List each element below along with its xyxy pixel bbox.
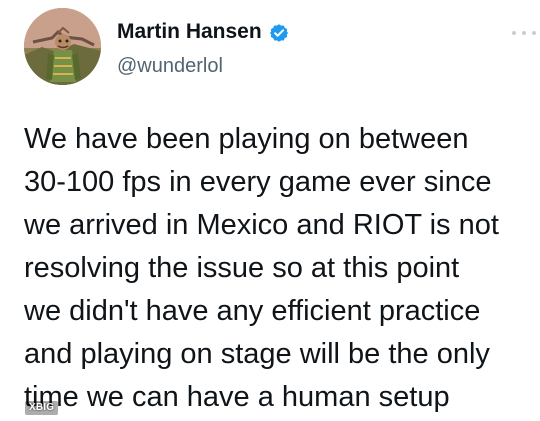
more-dot-icon bbox=[522, 31, 526, 35]
watermark: XBIG bbox=[5, 399, 59, 417]
author-display-name[interactable]: Martin Hansen bbox=[117, 18, 262, 46]
tweet-text-line: resolving the issue so at this point bbox=[24, 252, 460, 284]
more-dot-icon bbox=[512, 31, 516, 35]
tweet-text-line: we didn't have any efficient practice bbox=[24, 295, 481, 327]
tweet-text: We have been playing on between 30-100 f… bbox=[24, 118, 534, 419]
avatar[interactable] bbox=[24, 8, 101, 85]
avatar-portrait-icon bbox=[24, 8, 101, 85]
more-dot-icon bbox=[532, 31, 536, 35]
author-info: Martin Hansen @wunderlol bbox=[117, 18, 447, 82]
tweet-card[interactable]: Martin Hansen @wunderlol We have been pl… bbox=[0, 0, 540, 421]
author-handle[interactable]: @wunderlol bbox=[117, 52, 447, 80]
tweet-text-line: and playing on stage will be the only bbox=[24, 338, 490, 370]
verified-badge-icon bbox=[269, 23, 289, 43]
watermark-text: XBIG bbox=[25, 401, 59, 415]
tweet-text-line: time we can have a human setup bbox=[24, 381, 450, 413]
tweet-text-line: 30-100 fps in every game ever since bbox=[24, 166, 492, 198]
author-name-row: Martin Hansen bbox=[117, 18, 447, 46]
tweet-text-line: We have been playing on between bbox=[24, 123, 469, 155]
more-options-icon[interactable] bbox=[512, 27, 536, 39]
tweet-text-line: we arrived in Mexico and RIOT is not bbox=[24, 209, 499, 241]
weibo-watermark-icon bbox=[5, 401, 21, 415]
